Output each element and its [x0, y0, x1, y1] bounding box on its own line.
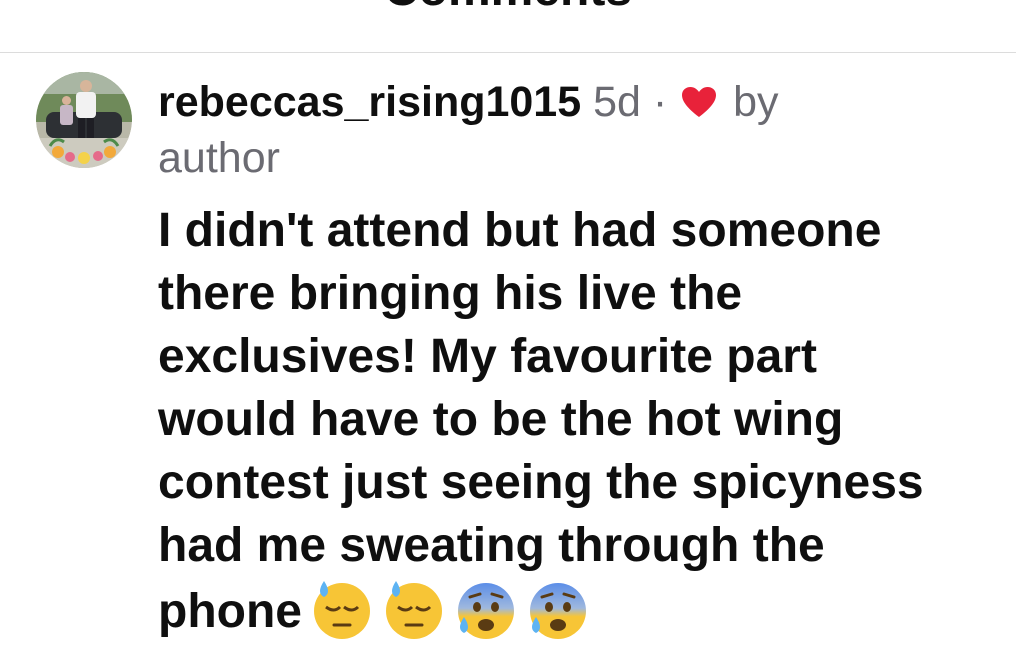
heart-icon — [681, 76, 717, 132]
username-link[interactable]: rebeccas_rising1015 — [158, 78, 581, 126]
comments-header: Comments — [0, 0, 1016, 53]
downcast-face-with-sweat-icon — [382, 577, 446, 641]
comment-text: I didn't attend but had someone there br… — [158, 199, 1008, 643]
comment-line: I didn't attend but had someone — [158, 204, 882, 257]
anxious-face-with-sweat-icon — [526, 577, 590, 641]
liked-by-author: author — [158, 134, 280, 182]
anxious-face-with-sweat-icon — [454, 577, 518, 641]
comment-timestamp: 5d — [593, 78, 641, 126]
liked-by-label: by — [733, 78, 779, 126]
downcast-face-with-sweat-icon — [310, 577, 374, 641]
page-title: Comments — [0, 0, 1016, 18]
comment-meta: rebeccas_rising1015 5d · by — [158, 74, 918, 132]
comment-line: phone — [158, 585, 302, 638]
separator-dot: · — [652, 78, 668, 126]
comment-line: would have to be the hot wing — [158, 393, 844, 446]
comment-line: exclusives! My favourite part — [158, 330, 817, 383]
comment-last-line: phone — [158, 577, 1008, 643]
comment-line: had me sweating through the — [158, 519, 825, 572]
comment-line: there bringing his live the — [158, 267, 743, 320]
avatar[interactable] — [36, 72, 132, 168]
avatar-photo-icon — [36, 72, 132, 168]
comment-line: contest just seeing the spicyness — [158, 456, 924, 509]
